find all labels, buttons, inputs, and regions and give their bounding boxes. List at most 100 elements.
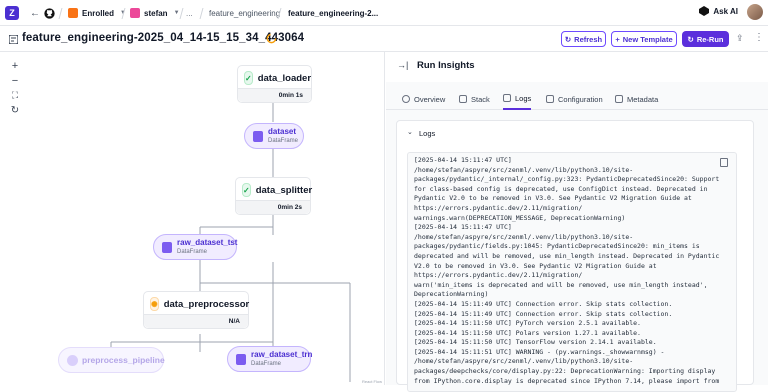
rerun-label: Re-Run	[696, 34, 724, 44]
workspace-icon	[68, 8, 78, 18]
artifact-node-raw-dataset-trn[interactable]: raw_dataset_trn DataFrame	[227, 346, 312, 372]
back-arrow-icon[interactable]: ←	[30, 0, 40, 26]
stack-icon	[459, 95, 467, 103]
step-duration: 0min 1s	[238, 88, 311, 102]
tab-stack[interactable]: Stack	[459, 88, 490, 110]
tab-metadata[interactable]: Metadata	[615, 88, 658, 110]
database-icon	[236, 354, 246, 365]
breadcrumb-separator	[179, 8, 184, 19]
rerun-icon: ↻	[687, 34, 694, 44]
log-line: [2025-04-14 15:11:51 UTC] WARNING - (py.…	[414, 347, 665, 356]
zenml-logo[interactable]: Z	[5, 6, 19, 20]
breadcrumb-run[interactable]: feature_engineering-2...	[288, 0, 378, 26]
step-node-data-splitter[interactable]: ✓ data_splitter 0min 2s	[235, 177, 313, 215]
step-name: data_preprocessor	[163, 298, 250, 310]
zoom-out-button[interactable]: −	[9, 75, 21, 87]
ask-ai-label: Ask AI	[713, 6, 738, 16]
logs-section-title[interactable]: Logs	[419, 129, 435, 138]
breadcrumb-ellipsis[interactable]: ...	[186, 0, 193, 26]
check-icon: ✓	[244, 71, 253, 85]
running-icon	[266, 33, 277, 44]
artifact-name: raw_dataset_tst	[177, 238, 238, 247]
log-line: [2025-04-14 15:11:49 UTC] Connection err…	[414, 309, 673, 318]
more-options-icon[interactable]: ⋮	[754, 32, 764, 43]
tab-overview[interactable]: Overview	[402, 88, 445, 110]
breadcrumb-project[interactable]: stefan ▼	[130, 0, 180, 26]
step-node-preprocess-pipeline[interactable]: preprocess_pipeline	[58, 347, 165, 373]
log-line: V2.0 to be removed in V3.0. See Pydantic…	[414, 261, 657, 270]
react-flow-attribution[interactable]: React Flow	[362, 379, 382, 384]
panel-tabs: Overview Stack Logs Configuration Metada…	[386, 88, 768, 110]
ask-ai-button[interactable]: Ask AI	[699, 6, 738, 16]
chevron-down-icon: ▼	[173, 10, 180, 16]
step-node-data-preprocessor[interactable]: ✺ data_preprocessor N/A	[143, 291, 249, 329]
log-line: [2025-04-14 15:11:50 UTC] PyTorch versio…	[414, 319, 641, 328]
log-viewer[interactable]: [2025-04-14 15:11:47 UTC]/home/stefan/as…	[407, 152, 737, 392]
log-line: warn('min_items is deprecated and will b…	[414, 280, 708, 289]
database-icon	[162, 242, 172, 253]
dag-canvas[interactable]: + − ⛶ ↻ ✓ data_loader 0min 1s dataset Da…	[0, 52, 385, 385]
code-icon	[546, 95, 554, 103]
breadcrumb-separator	[58, 8, 63, 19]
chevron-down-icon[interactable]: ⌄	[407, 128, 413, 136]
ask-ai-icon	[699, 6, 710, 16]
artifact-type: DataFrame	[268, 138, 299, 144]
log-line: deprecated and will be removed, use min_…	[414, 251, 720, 260]
log-line: packages/pydantic/_internal/_config.py:3…	[414, 175, 720, 184]
artifact-node-dataset[interactable]: dataset DataFrame	[244, 123, 304, 149]
artifact-name: dataset	[268, 127, 297, 136]
fit-view-button[interactable]: ⛶	[9, 90, 21, 101]
step-duration: N/A	[144, 314, 248, 328]
project-label: stefan	[144, 8, 168, 18]
plus-icon: +	[615, 34, 620, 44]
log-line: [2025-04-14 15:11:50 UTC] Polars version…	[414, 328, 641, 337]
log-line: /home/stefan/aspyre/src/zenml/.venv/lib/…	[414, 357, 634, 366]
tab-logs[interactable]: Logs	[503, 88, 532, 110]
collapse-panel-icon[interactable]: →|	[397, 60, 408, 70]
copy-icon[interactable]	[720, 158, 728, 167]
zoom-in-button[interactable]: +	[9, 60, 21, 72]
log-line: /home/stefan/aspyre/src/zenml/.venv/lib/…	[414, 232, 634, 241]
project-icon	[130, 8, 140, 18]
log-line: packages/pydantic/fields.py:1045: Pydant…	[414, 242, 700, 251]
log-line: [2025-04-14 15:11:47 UTC]	[414, 223, 512, 232]
step-name: data_splitter	[255, 184, 313, 196]
step-node-data-loader[interactable]: ✓ data_loader 0min 1s	[237, 65, 312, 103]
breadcrumb-pipeline[interactable]: feature_engineering	[209, 0, 280, 26]
tab-label: Logs	[515, 93, 532, 103]
rerun-button[interactable]: ↻ Re-Run	[682, 31, 729, 47]
breadcrumb-workspace[interactable]: Enrolled ▼	[68, 0, 126, 26]
log-line: warnings.warn(DEPRECATION_MESSAGE, Depre…	[414, 213, 626, 222]
running-step-icon: ✺	[150, 297, 159, 311]
artifact-type: DataFrame	[251, 361, 282, 367]
log-line: [2025-04-14 15:11:47 UTC]	[414, 156, 512, 164]
log-line: Pydantic V2.0 to be removed in V3.0. See…	[414, 194, 692, 203]
refresh-button[interactable]: ↻ Refresh	[561, 31, 606, 47]
log-lines: [2025-04-14 15:11:47 UTC]/home/stefan/as…	[414, 156, 719, 386]
log-line: [2025-04-14 15:11:49 UTC] Connection err…	[414, 299, 673, 308]
github-icon[interactable]	[44, 0, 55, 26]
artifact-type: DataFrame	[177, 249, 208, 255]
tab-configuration[interactable]: Configuration	[546, 88, 603, 110]
tab-label: Configuration	[558, 94, 603, 104]
log-line: [2025-04-14 15:11:50 UTC] TensorFlow ver…	[414, 338, 657, 347]
breadcrumb-separator	[199, 8, 204, 19]
run-header: feature_engineering-2025_04_14-15_15_34_…	[0, 26, 768, 52]
log-line: packages/deepchecks/core/display.py:22: …	[414, 367, 716, 376]
reset-view-button[interactable]: ↻	[9, 105, 21, 116]
tab-label: Metadata	[627, 94, 659, 104]
step-duration: 0min 2s	[236, 200, 310, 214]
pending-icon	[67, 355, 78, 366]
artifact-node-raw-dataset-tst[interactable]: raw_dataset_tst DataFrame	[153, 234, 237, 260]
log-line: https://errors.pydantic.dev/2.11/migrati…	[414, 271, 583, 280]
new-template-button[interactable]: + New Template	[611, 31, 677, 47]
check-icon: ✓	[242, 183, 251, 197]
logs-card: ⌄ Logs [2025-04-14 15:11:47 UTC]/home/st…	[396, 120, 754, 392]
top-bar: Z ← Enrolled ▼ stefan ▼ ... feature_engi…	[0, 0, 768, 26]
step-name: data_loader	[257, 72, 312, 84]
share-icon[interactable]: ⇪	[736, 33, 744, 44]
logs-icon	[503, 94, 511, 102]
metadata-icon	[615, 95, 623, 103]
run-insights-panel: →| Run Insights Overview Stack Logs Conf…	[386, 52, 768, 392]
avatar[interactable]	[747, 4, 763, 20]
